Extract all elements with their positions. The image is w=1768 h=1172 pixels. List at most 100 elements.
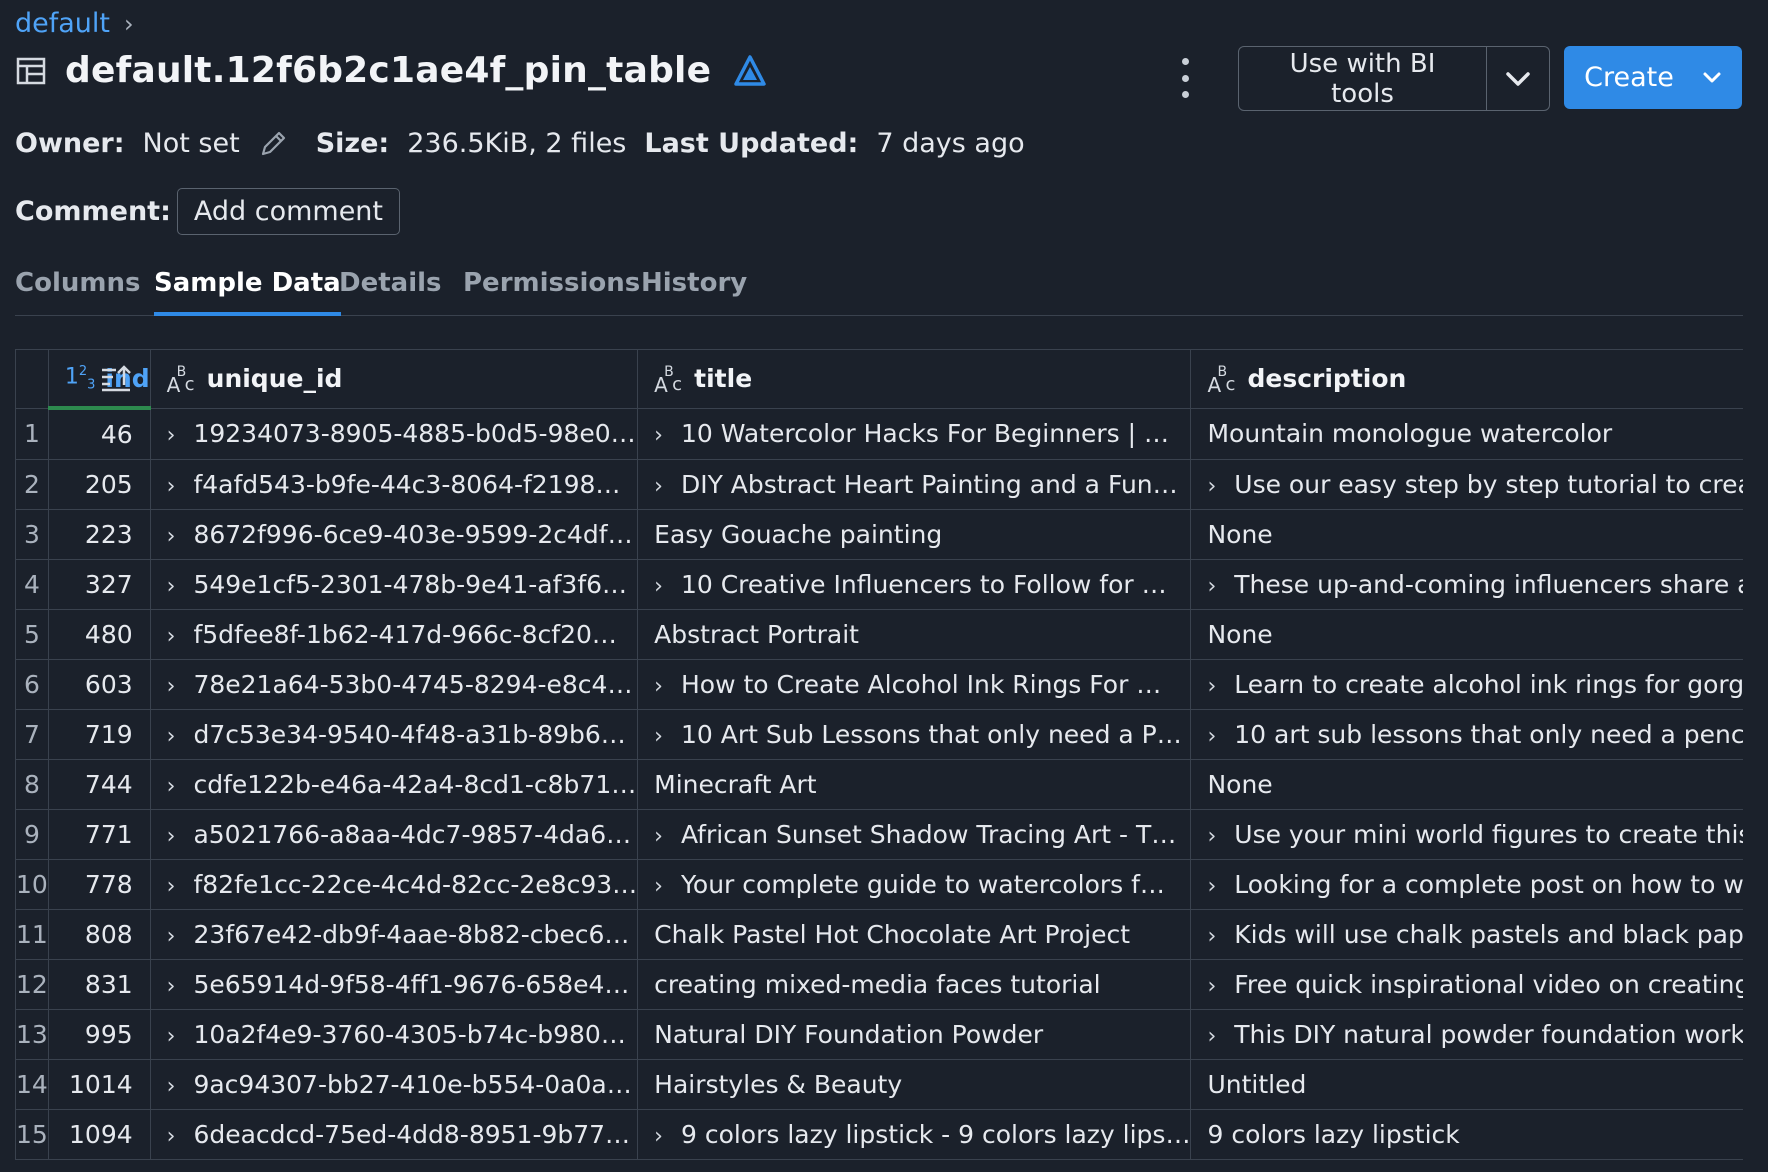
cell-ind[interactable]: 1094 (47, 1109, 151, 1160)
table-row[interactable]: 3 223 › 8672f996-6ce9-403e-9599-2c4df… Easy … (15, 509, 1743, 560)
chevron-right-icon[interactable]: › (167, 974, 176, 999)
bi-tools-dropdown-button[interactable] (1486, 47, 1549, 110)
chevron-right-icon[interactable]: › (654, 724, 663, 749)
cell-unique-id[interactable]: › 5e65914d-9f58-4ff1-9676-658e4… (149, 959, 639, 1010)
chevron-right-icon[interactable]: › (167, 1074, 176, 1099)
use-with-bi-tools-button[interactable]: Use with BI tools (1239, 47, 1486, 110)
tab-sample-data[interactable]: Sample Data (154, 268, 341, 316)
table-row[interactable]: 12 831 › 5e65914d-9f58-4ff1-9676-658e4… crea… (15, 959, 1743, 1010)
table-row[interactable]: 13 995 › 10a2f4e9-3760-4305-b74c-b980… Natur… (15, 1009, 1743, 1060)
table-row[interactable]: 11 808 › 23f67e42-db9f-4aae-8b82-cbec6… Chal… (15, 909, 1743, 960)
cell-description[interactable]: › Kids will use chalk pastels and black p… (1190, 909, 1743, 960)
table-row[interactable]: 15 1094 › 6deacdcd-75ed-4dd8-8951-9b77… › 9 c… (15, 1109, 1743, 1160)
cell-description[interactable]: › Learn to create alcohol ink rings for g… (1190, 659, 1743, 710)
cell-title[interactable]: creating mixed-media faces tutorial (637, 959, 1192, 1010)
cell-title[interactable]: › 10 Creative Influencers to Follow for … (637, 559, 1192, 610)
chevron-right-icon[interactable]: › (167, 423, 176, 448)
cell-unique-id[interactable]: › 23f67e42-db9f-4aae-8b82-cbec6… (149, 909, 639, 960)
chevron-right-icon[interactable]: › (1207, 674, 1216, 699)
cell-ind[interactable]: 327 (47, 559, 151, 610)
chevron-right-icon[interactable]: › (654, 423, 663, 448)
table-row[interactable]: 14 1014 › 9ac94307-bb27-410e-b554-0a0a… Hair… (15, 1059, 1743, 1110)
chevron-right-icon[interactable]: › (1207, 574, 1216, 599)
cell-description[interactable]: 9 colors lazy lipstick (1190, 1109, 1743, 1160)
tab-history[interactable]: History (641, 268, 747, 312)
chevron-right-icon[interactable]: › (167, 724, 176, 749)
chevron-right-icon[interactable]: › (654, 574, 663, 599)
cell-unique-id[interactable]: › 6deacdcd-75ed-4dd8-8951-9b77… (149, 1109, 639, 1160)
cell-title[interactable]: Natural DIY Foundation Powder (637, 1009, 1192, 1060)
table-row[interactable]: 4 327 › 549e1cf5-2301-478b-9e41-af3f6… › 10 C… (15, 559, 1743, 610)
table-row[interactable]: 8 744 › cdfe122b-e46a-42a4-8cd1-c8b71… Minec… (15, 759, 1743, 810)
cell-ind[interactable]: 831 (47, 959, 151, 1010)
table-row[interactable]: 10 778 › f82fe1cc-22ce-4c4d-82cc-2e8c93… › Yo… (15, 859, 1743, 910)
cell-unique-id[interactable]: › d7c53e34-9540-4f48-a31b-89b6… (149, 709, 639, 760)
chevron-right-icon[interactable]: › (167, 624, 176, 649)
table-row[interactable]: 5 480 › f5dfee8f-1b62-417d-966c-8cf20… Abstr… (15, 609, 1743, 660)
tab-permissions[interactable]: Permissions (463, 268, 640, 312)
chevron-right-icon[interactable]: › (654, 824, 663, 849)
cell-description[interactable]: › Free quick inspirational video on creat… (1190, 959, 1743, 1010)
cell-title[interactable]: Chalk Pastel Hot Chocolate Art Project (637, 909, 1192, 960)
chevron-right-icon[interactable]: › (167, 474, 176, 499)
column-header-description[interactable]: ABc description (1190, 349, 1743, 409)
breadcrumb-catalog-link[interactable]: default (15, 8, 110, 39)
cell-unique-id[interactable]: › f5dfee8f-1b62-417d-966c-8cf20… (149, 609, 639, 660)
cell-title[interactable]: › DIY Abstract Heart Painting and a Fun… (637, 459, 1192, 510)
tab-columns[interactable]: Columns (15, 268, 140, 312)
table-row[interactable]: 6 603 › 78e21a64-53b0-4745-8294-e8c4… › How t… (15, 659, 1743, 710)
cell-description[interactable]: Untitled (1190, 1059, 1743, 1110)
cell-unique-id[interactable]: › 8672f996-6ce9-403e-9599-2c4df… (149, 509, 639, 560)
cell-ind[interactable]: 205 (47, 459, 151, 510)
chevron-right-icon[interactable]: › (1207, 724, 1216, 749)
cell-description[interactable]: Mountain monologue watercolor (1190, 407, 1743, 460)
cell-unique-id[interactable]: › 78e21a64-53b0-4745-8294-e8c4… (149, 659, 639, 710)
column-header-unique-id[interactable]: ABc unique_id (149, 349, 639, 409)
chevron-right-icon[interactable]: › (167, 924, 176, 949)
cell-title[interactable]: › African Sunset Shadow Tracing Art - T… (637, 809, 1192, 860)
cell-description[interactable]: None (1190, 759, 1743, 810)
cell-title[interactable]: › 10 Art Sub Lessons that only need a P… (637, 709, 1192, 760)
cell-title[interactable]: Abstract Portrait (637, 609, 1192, 660)
cell-description[interactable]: › Looking for a complete post on how to w… (1190, 859, 1743, 910)
add-comment-button[interactable]: Add comment (176, 188, 401, 235)
chevron-right-icon[interactable]: › (167, 524, 176, 549)
cell-description[interactable]: None (1190, 609, 1743, 660)
chevron-right-icon[interactable]: › (167, 1124, 176, 1149)
cell-ind[interactable]: 995 (47, 1009, 151, 1060)
create-button[interactable]: Create (1564, 46, 1742, 109)
cell-unique-id[interactable]: › f82fe1cc-22ce-4c4d-82cc-2e8c93… (149, 859, 639, 910)
cell-ind[interactable]: 603 (47, 659, 151, 710)
cell-ind[interactable]: 808 (47, 909, 151, 960)
cell-ind[interactable]: 46 (47, 407, 151, 460)
cell-ind[interactable]: 744 (47, 759, 151, 810)
cell-description[interactable]: › Use your mini world figures to create t… (1190, 809, 1743, 860)
tab-details[interactable]: Details (339, 268, 442, 312)
pencil-icon[interactable] (258, 129, 288, 159)
chevron-right-icon[interactable]: › (654, 874, 663, 899)
cell-description[interactable]: › 10 art sub lessons that only need a pen… (1190, 709, 1743, 760)
cell-title[interactable]: Hairstyles & Beauty (637, 1059, 1192, 1110)
cell-description[interactable]: › Use our easy step by step tutorial to c… (1190, 459, 1743, 510)
cell-ind[interactable]: 778 (47, 859, 151, 910)
cell-unique-id[interactable]: › cdfe122b-e46a-42a4-8cd1-c8b71… (149, 759, 639, 810)
table-row[interactable]: 9 771 › a5021766-a8aa-4dc7-9857-4da6… › Afric… (15, 809, 1743, 860)
chevron-right-icon[interactable]: › (167, 824, 176, 849)
chevron-right-icon[interactable]: › (167, 1024, 176, 1049)
cell-title[interactable]: › 9 colors lazy lipstick - 9 colors lazy … (637, 1109, 1192, 1160)
cell-title[interactable]: › 10 Watercolor Hacks For Beginners | … (637, 407, 1192, 460)
cell-unique-id[interactable]: › 10a2f4e9-3760-4305-b74c-b980… (149, 1009, 639, 1060)
column-header-title[interactable]: ABc title (637, 349, 1192, 409)
cell-description[interactable]: › This DIY natural powder foundation work… (1190, 1009, 1743, 1060)
cell-description[interactable]: None (1190, 509, 1743, 560)
cell-ind[interactable]: 480 (47, 609, 151, 660)
column-header-ind[interactable]: 123 ind (47, 349, 151, 410)
chevron-right-icon[interactable]: › (167, 674, 176, 699)
cell-title[interactable]: Easy Gouache painting (637, 509, 1192, 560)
cell-ind[interactable]: 771 (47, 809, 151, 860)
chevron-right-icon[interactable]: › (1207, 824, 1216, 849)
cell-unique-id[interactable]: › 19234073-8905-4885-b0d5-98e0… (149, 407, 639, 460)
cell-unique-id[interactable]: › 9ac94307-bb27-410e-b554-0a0a… (149, 1059, 639, 1110)
cell-description[interactable]: › These up-and-coming influencers share a… (1190, 559, 1743, 610)
chevron-right-icon[interactable]: › (654, 1124, 663, 1149)
